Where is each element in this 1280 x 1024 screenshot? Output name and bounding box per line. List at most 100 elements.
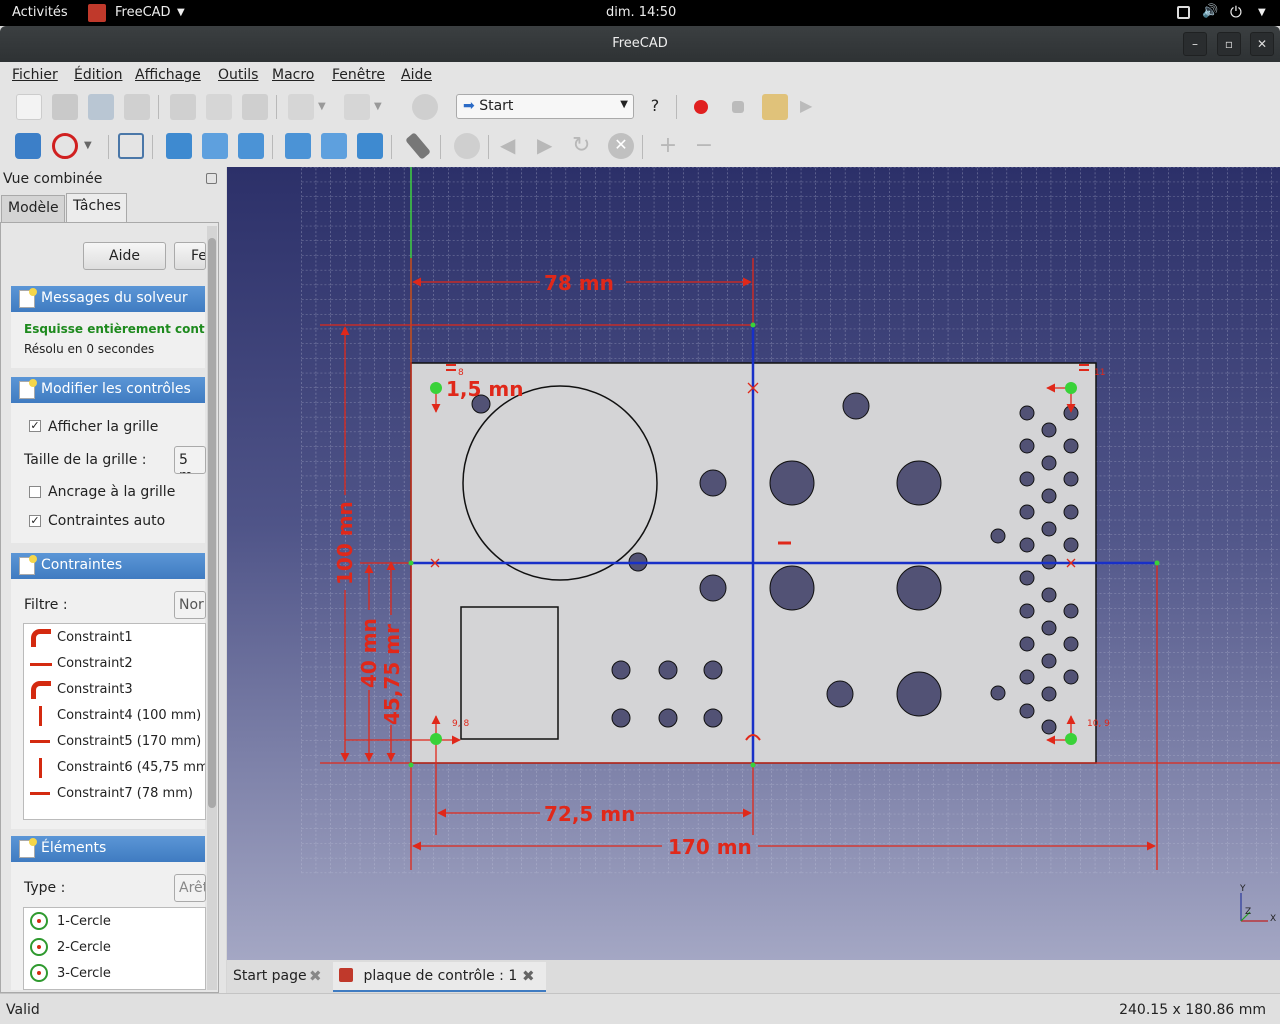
large-hole[interactable] (462, 385, 658, 581)
rear-view-icon[interactable] (285, 133, 311, 159)
undo-dropdown-icon[interactable]: ▼ (318, 94, 334, 120)
type-select[interactable]: Arêt (174, 874, 206, 902)
top-view-icon[interactable] (202, 133, 228, 159)
activities-button[interactable]: Activités (12, 5, 68, 20)
menu-aide[interactable]: Aide (401, 67, 432, 83)
rect-cutout[interactable] (460, 606, 559, 740)
chevron-down-icon[interactable]: ▼ (1258, 7, 1266, 18)
back-icon[interactable]: ◀ (500, 133, 526, 159)
zoom-out-icon[interactable]: − (691, 133, 717, 159)
hole[interactable] (703, 708, 723, 728)
menu-macro[interactable]: Macro (272, 67, 314, 83)
3d-viewport[interactable]: 78 mn 1,5 mn 72,5 mn 170 mn 100 mn 40 mn… (227, 167, 1280, 960)
dimension-40[interactable]: 40 mn (357, 618, 381, 688)
close-icon[interactable]: ✖ (309, 967, 322, 985)
constraint-item[interactable]: Constraint2 (57, 656, 133, 671)
menu-fenetre[interactable]: Fenêtre (332, 67, 385, 83)
menu-fichier[interactable]: Fichier (12, 67, 58, 83)
stop-macro-icon[interactable] (732, 101, 744, 113)
measure-icon[interactable] (405, 132, 431, 160)
play-macro-icon[interactable]: ▶ (800, 94, 826, 120)
hole[interactable] (769, 565, 815, 611)
hole[interactable] (611, 660, 631, 680)
forward-icon[interactable]: ▶ (537, 133, 563, 159)
constraint-item[interactable]: Constraint5 (170 mm) (57, 734, 201, 749)
stop-icon[interactable]: ✕ (608, 133, 634, 159)
menu-edition[interactable]: Édition (74, 67, 122, 83)
dimension-45-75[interactable]: 45,75 mr (380, 624, 404, 725)
power-icon[interactable]: ⏻ (1230, 3, 1242, 21)
web-icon[interactable] (454, 133, 480, 159)
volume-icon[interactable]: 🔊 (1202, 4, 1218, 19)
solver-messages-header[interactable]: Messages du solveur (11, 286, 205, 312)
edit-macro-icon[interactable] (762, 94, 788, 120)
save-icon[interactable] (88, 94, 114, 120)
constraint-item[interactable]: Constraint7 (78 mm) (57, 786, 193, 801)
paste-icon[interactable] (242, 94, 268, 120)
hole[interactable] (699, 574, 727, 602)
element-item[interactable]: 1-Cercle (57, 914, 111, 929)
refresh-icon[interactable] (412, 94, 438, 120)
hole[interactable] (658, 660, 678, 680)
new-file-icon[interactable] (16, 94, 42, 120)
reload-icon[interactable]: ↻ (572, 133, 598, 159)
edit-controls-header[interactable]: Modifier les contrôles (11, 377, 205, 403)
front-view-icon[interactable] (166, 133, 192, 159)
right-view-icon[interactable] (238, 133, 264, 159)
hole[interactable] (896, 671, 942, 717)
whats-this-icon[interactable]: ? (642, 94, 668, 120)
element-item[interactable]: 2-Cercle (57, 940, 111, 955)
zoom-in-icon[interactable]: + (655, 133, 681, 159)
close-icon[interactable]: ✖ (522, 967, 535, 985)
dimension-170[interactable]: 170 mn (668, 835, 752, 859)
clock[interactable]: dim. 14:50 (606, 5, 676, 20)
hole[interactable] (896, 460, 942, 506)
close-button[interactable]: ✕ (1250, 32, 1274, 56)
sketch-canvas[interactable]: 78 mn 1,5 mn 72,5 mn 170 mn 100 mn 40 mn… (227, 167, 1280, 960)
constraint-item[interactable]: Constraint4 (100 mm) (57, 708, 201, 723)
left-view-icon[interactable] (357, 133, 383, 159)
minimize-button[interactable]: – (1183, 32, 1207, 56)
point[interactable] (430, 382, 442, 394)
hole[interactable] (769, 460, 815, 506)
hole[interactable] (699, 469, 727, 497)
undock-icon[interactable] (206, 173, 217, 184)
point[interactable] (430, 733, 442, 745)
menu-outils[interactable]: Outils (218, 67, 258, 83)
scrollbar-thumb[interactable] (208, 238, 216, 808)
tab-start-page[interactable]: Start page ✖ (227, 962, 329, 992)
fit-all-icon[interactable] (15, 133, 41, 159)
app-menu-button[interactable]: FreeCAD (115, 5, 171, 20)
draw-style-dropdown-icon[interactable]: ▼ (84, 133, 100, 159)
redo-dropdown-icon[interactable]: ▼ (374, 94, 390, 120)
hole[interactable] (842, 392, 870, 420)
workbench-selector[interactable]: ➡ Start ▼ (456, 94, 634, 119)
dimension-100[interactable]: 100 mn (333, 501, 357, 585)
elements-header[interactable]: Éléments (11, 836, 205, 862)
hole[interactable] (990, 528, 1006, 544)
dimension-78[interactable]: 78 mn (544, 271, 614, 295)
maximize-button[interactable]: ▫ (1217, 32, 1241, 56)
isometric-view-icon[interactable] (118, 133, 144, 159)
constraints-header[interactable]: Contraintes (11, 553, 205, 579)
hole[interactable] (896, 565, 942, 611)
tasks-scrollbar[interactable] (207, 226, 217, 990)
filter-select[interactable]: Nor (174, 591, 206, 619)
auto-constraints-checkbox[interactable]: ✓ (29, 515, 41, 527)
hole[interactable] (611, 708, 631, 728)
bottom-view-icon[interactable] (321, 133, 347, 159)
show-grid-checkbox[interactable]: ✓ (29, 420, 41, 432)
draw-style-icon[interactable] (52, 133, 78, 159)
menu-affichage[interactable]: Affichage (135, 67, 201, 83)
copy-icon[interactable] (206, 94, 232, 120)
hole[interactable] (658, 708, 678, 728)
window-icon[interactable] (1177, 6, 1190, 19)
redo-icon[interactable] (344, 94, 370, 120)
hole[interactable] (990, 685, 1006, 701)
tab-taches[interactable]: Tâches (66, 193, 127, 223)
print-icon[interactable] (124, 94, 150, 120)
grid-size-input[interactable]: 5 m (174, 446, 206, 474)
constraint-item[interactable]: Constraint3 (57, 682, 133, 697)
element-item[interactable]: 3-Cercle (57, 966, 111, 981)
dimension-1-5[interactable]: 1,5 mn (446, 377, 523, 401)
